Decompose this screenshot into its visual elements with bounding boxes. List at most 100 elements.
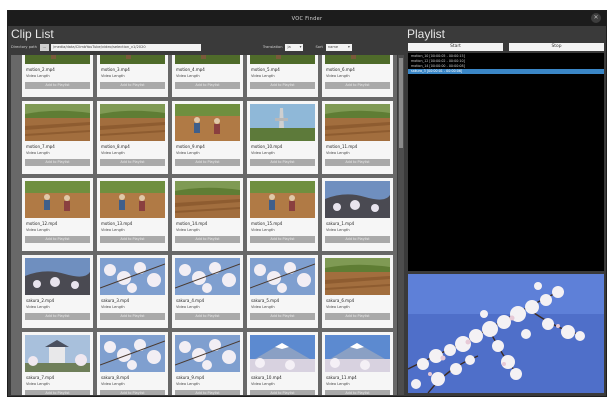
clip-length: Video Length <box>251 228 275 232</box>
clip-name: motion_9.mp4 <box>176 144 205 149</box>
sort-select[interactable]: ja ▾ <box>285 43 304 51</box>
add-to-playlist-button[interactable]: Add to Playlist <box>100 313 165 320</box>
clip-card[interactable]: sakura_10.mp4 Video Length Add to Playlist <box>247 332 318 395</box>
add-to-playlist-button[interactable]: Add to Playlist <box>100 82 165 89</box>
add-to-playlist-button[interactable]: Add to Playlist <box>100 390 165 395</box>
chevron-down-icon: ▾ <box>348 44 350 49</box>
clip-thumbnail[interactable] <box>25 55 90 64</box>
clip-list-panel: Clip List Directory path ... /media/data… <box>11 28 404 395</box>
clip-length: Video Length <box>176 151 200 155</box>
clip-thumbnail[interactable] <box>25 104 90 141</box>
clip-card[interactable]: motion_7.mp4 Video Length Add to Playlist <box>22 101 93 174</box>
add-to-playlist-button[interactable]: Add to Playlist <box>325 159 390 166</box>
clip-thumbnail[interactable] <box>250 258 315 295</box>
clip-thumbnail[interactable] <box>100 104 165 141</box>
add-to-playlist-button[interactable]: Add to Playlist <box>175 390 240 395</box>
playlist-list[interactable]: motion_10 [00:00:05 - 00:00:15] motion_12… <box>408 53 604 271</box>
add-to-playlist-button[interactable]: Add to Playlist <box>175 236 240 243</box>
clip-card[interactable]: sakura_1.mp4 Video Length Add to Playlist <box>322 178 393 251</box>
add-to-playlist-button[interactable]: Add to Playlist <box>325 390 390 395</box>
clip-grid-frame[interactable]: motion_2.mp4 Video Length Add to Playlist m… <box>11 55 397 395</box>
clip-thumbnail[interactable] <box>25 181 90 218</box>
add-to-playlist-button[interactable]: Add to Playlist <box>25 159 90 166</box>
add-to-playlist-button[interactable]: Add to Playlist <box>25 82 90 89</box>
clip-thumbnail[interactable] <box>325 181 390 218</box>
clip-name: motion_10.mp4 <box>251 144 283 149</box>
clip-thumbnail[interactable] <box>175 181 240 218</box>
add-to-playlist-button[interactable]: Add to Playlist <box>25 313 90 320</box>
clip-card[interactable]: motion_9.mp4 Video Length Add to Playlist <box>172 101 243 174</box>
clip-card[interactable]: sakura_2.mp4 Video Length Add to Playlist <box>22 255 93 328</box>
clip-card[interactable]: motion_14.mp4 Video Length Add to Playlist <box>172 178 243 251</box>
clip-thumbnail[interactable] <box>325 335 390 372</box>
clip-card[interactable]: motion_4.mp4 Video Length Add to Playlist <box>172 55 243 97</box>
clip-length: Video Length <box>101 305 125 309</box>
clip-length: Video Length <box>176 74 200 78</box>
scrollbar-thumb[interactable] <box>399 58 403 148</box>
add-to-playlist-button[interactable]: Add to Playlist <box>325 236 390 243</box>
clip-card[interactable]: motion_2.mp4 Video Length Add to Playlist <box>22 55 93 97</box>
clip-thumbnail[interactable] <box>100 258 165 295</box>
clip-card[interactable]: motion_12.mp4 Video Length Add to Playlist <box>22 178 93 251</box>
add-to-playlist-button[interactable]: Add to Playlist <box>175 82 240 89</box>
browse-button[interactable]: ... <box>39 43 49 51</box>
add-to-playlist-button[interactable]: Add to Playlist <box>250 390 315 395</box>
clip-thumbnail[interactable] <box>250 335 315 372</box>
clip-card[interactable]: motion_5.mp4 Video Length Add to Playlist <box>247 55 318 97</box>
start-button[interactable]: Start <box>408 43 503 51</box>
clip-thumbnail[interactable] <box>25 335 90 372</box>
clip-thumbnail[interactable] <box>175 104 240 141</box>
clip-card[interactable]: motion_6.mp4 Video Length Add to Playlist <box>322 55 393 97</box>
clip-thumbnail[interactable] <box>175 258 240 295</box>
stop-button[interactable]: Stop <box>509 43 604 51</box>
clip-card[interactable]: motion_11.mp4 Video Length Add to Playlist <box>322 101 393 174</box>
clip-card[interactable]: sakura_3.mp4 Video Length Add to Playlist <box>97 255 168 328</box>
clip-thumbnail[interactable] <box>100 181 165 218</box>
clip-thumbnail[interactable] <box>325 104 390 141</box>
clip-list-heading: Clip List <box>11 27 54 41</box>
clip-thumbnail[interactable] <box>175 55 240 64</box>
playlist-heading: Playlist <box>407 27 446 41</box>
clip-thumbnail[interactable] <box>250 181 315 218</box>
clip-card[interactable]: sakura_4.mp4 Video Length Add to Playlist <box>172 255 243 328</box>
add-to-playlist-button[interactable]: Add to Playlist <box>100 236 165 243</box>
close-icon[interactable]: ✕ <box>591 13 601 23</box>
clip-list-scrollbar[interactable] <box>398 55 404 395</box>
clip-card[interactable]: sakura_8.mp4 Video Length Add to Playlist <box>97 332 168 395</box>
clip-length: Video Length <box>26 74 50 78</box>
clip-thumbnail[interactable] <box>325 55 390 64</box>
clip-thumbnail[interactable] <box>250 104 315 141</box>
add-to-playlist-button[interactable]: Add to Playlist <box>25 390 90 395</box>
clip-length: Video Length <box>101 228 125 232</box>
clip-thumbnail[interactable] <box>325 258 390 295</box>
directory-path-input[interactable]: /media/data/ClimbYouTube/video/selection… <box>50 43 201 51</box>
clip-thumbnail[interactable] <box>100 335 165 372</box>
clip-card[interactable]: sakura_11.mp4 Video Length Add to Playlist <box>322 332 393 395</box>
add-to-playlist-button[interactable]: Add to Playlist <box>325 82 390 89</box>
add-to-playlist-button[interactable]: Add to Playlist <box>325 313 390 320</box>
clip-thumbnail[interactable] <box>100 55 165 64</box>
clip-card[interactable]: sakura_7.mp4 Video Length Add to Playlist <box>22 332 93 395</box>
clip-thumbnail[interactable] <box>175 335 240 372</box>
clip-card[interactable]: sakura_5.mp4 Video Length Add to Playlist <box>247 255 318 328</box>
clip-thumbnail[interactable] <box>25 258 90 295</box>
add-to-playlist-button[interactable]: Add to Playlist <box>175 313 240 320</box>
add-to-playlist-button[interactable]: Add to Playlist <box>250 236 315 243</box>
clip-card[interactable]: sakura_6.mp4 Video Length Add to Playlist <box>322 255 393 328</box>
clip-card[interactable]: motion_10.mp4 Video Length Add to Playlist <box>247 101 318 174</box>
filter-select[interactable]: name ▾ <box>325 43 352 51</box>
clip-card[interactable]: motion_13.mp4 Video Length Add to Playlist <box>97 178 168 251</box>
add-to-playlist-button[interactable]: Add to Playlist <box>100 159 165 166</box>
clip-length: Video Length <box>326 305 350 309</box>
add-to-playlist-button[interactable]: Add to Playlist <box>250 313 315 320</box>
clip-thumbnail[interactable] <box>250 55 315 64</box>
add-to-playlist-button[interactable]: Add to Playlist <box>25 236 90 243</box>
playlist-item[interactable]: sakura_3 [00:00:01 - 00:00:06] <box>408 69 604 74</box>
clip-card[interactable]: motion_15.mp4 Video Length Add to Playlist <box>247 178 318 251</box>
clip-card[interactable]: motion_8.mp4 Video Length Add to Playlist <box>97 101 168 174</box>
clip-card[interactable]: motion_3.mp4 Video Length Add to Playlist <box>97 55 168 97</box>
add-to-playlist-button[interactable]: Add to Playlist <box>250 82 315 89</box>
add-to-playlist-button[interactable]: Add to Playlist <box>175 159 240 166</box>
clip-card[interactable]: sakura_9.mp4 Video Length Add to Playlist <box>172 332 243 395</box>
add-to-playlist-button[interactable]: Add to Playlist <box>250 159 315 166</box>
